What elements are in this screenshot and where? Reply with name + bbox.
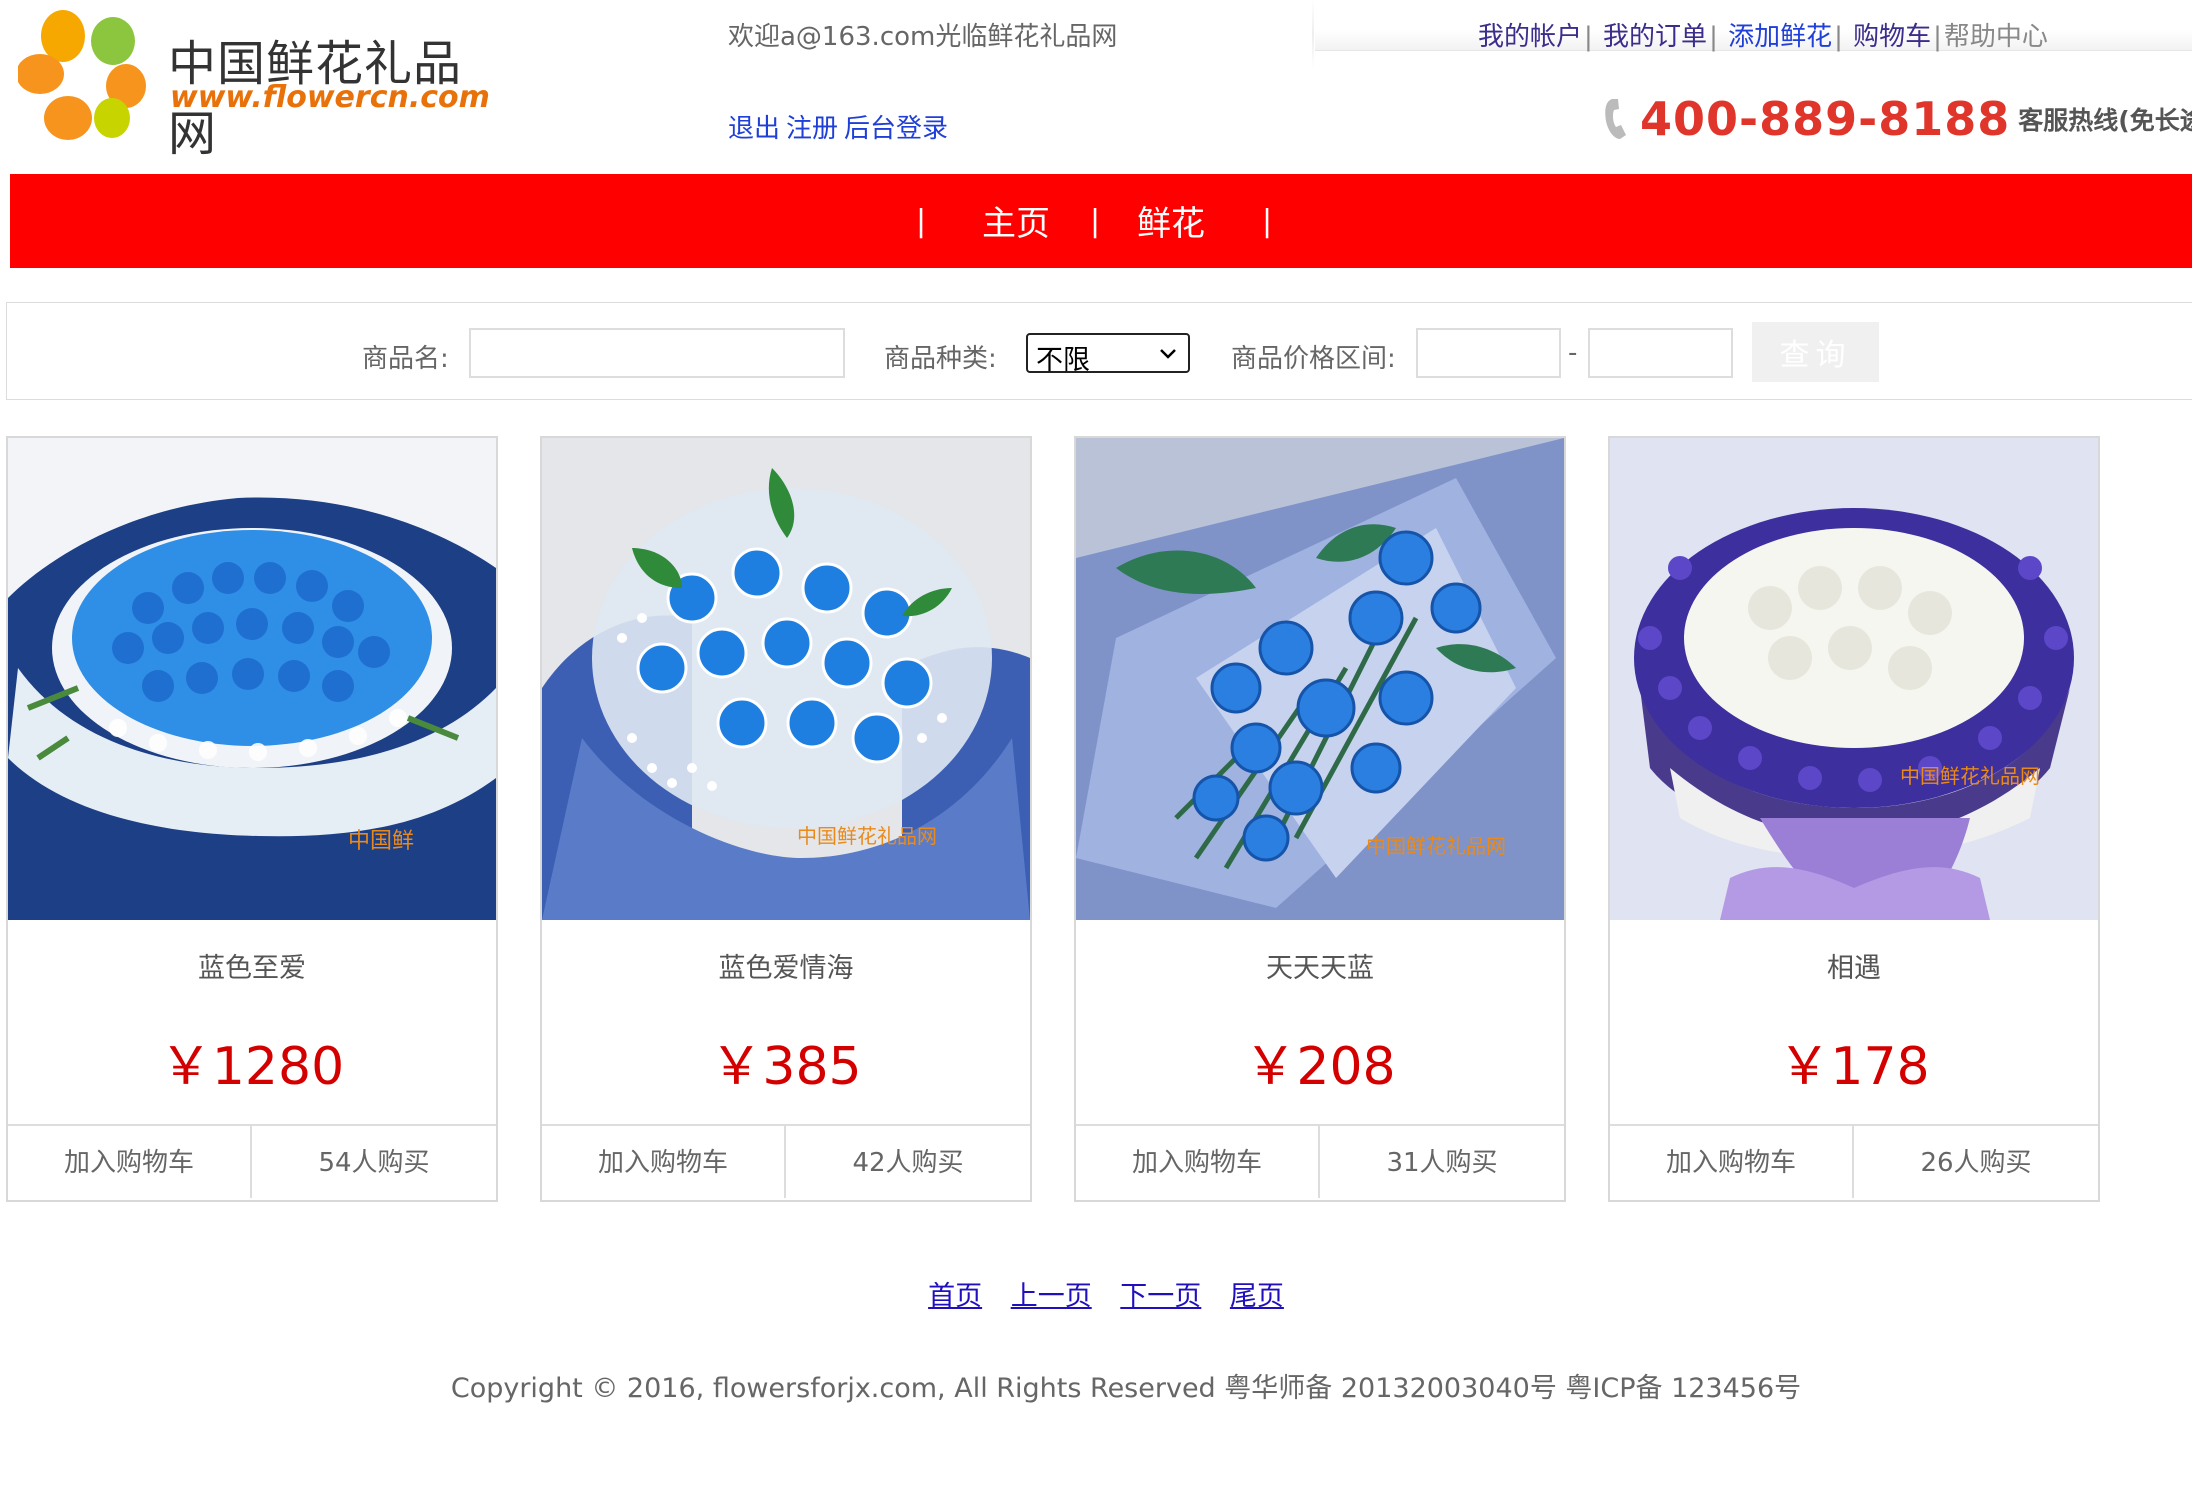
svg-text:中国鲜花礼品网: 中国鲜花礼品网 <box>797 824 937 848</box>
product-card-footer: 加入购物车 31人购买 <box>1076 1124 1564 1202</box>
nav-home[interactable]: 主页 <box>982 196 1050 245</box>
welcome-message: 欢迎a@163.com光临鲜花礼品网 <box>728 22 1118 52</box>
hotline-description: 客服热线(免长途费) <box>2018 106 2192 135</box>
main-navbar: | 主页 | 鲜花 | <box>10 174 2192 268</box>
next-page-link[interactable]: 下一页 <box>1120 1281 1201 1312</box>
flower-logo-icon <box>18 10 146 140</box>
top-nav: 我的帐户| 我的订单| 添加鲜花| 购物车|帮助中心 <box>1478 16 2048 53</box>
auth-links: 退出 注册 后台登录 <box>728 108 954 145</box>
category-label: 商品种类: <box>884 344 997 374</box>
navbar-separator: | <box>1262 204 1273 239</box>
cart-link[interactable]: 购物车 <box>1853 22 1931 52</box>
add-flower-link[interactable]: 添加鲜花 <box>1728 22 1832 52</box>
product-name[interactable]: 相遇 <box>1610 946 2098 985</box>
product-price: ￥208 <box>1244 1037 1396 1097</box>
svg-text:中国鲜花礼品网: 中国鲜花礼品网 <box>1366 834 1506 858</box>
help-center-link[interactable]: 帮助中心 <box>1944 22 2048 52</box>
site-logo[interactable]: 中国鲜花礼品网 www.flowercn.com <box>18 6 490 162</box>
svg-text:中国鲜花礼品网: 中国鲜花礼品网 <box>1900 764 2040 788</box>
product-card-footer: 加入购物车 54人购买 <box>8 1124 496 1202</box>
product-card-footer: 加入购物车 42人购买 <box>542 1124 1030 1202</box>
navbar-separator: | <box>916 204 927 239</box>
add-to-cart-button[interactable]: 加入购物车 <box>542 1126 786 1198</box>
pagination: 首页 上一页 下一页 尾页 <box>0 1274 2192 1313</box>
phone-icon <box>1605 99 1626 139</box>
price-range-label: 商品价格区间: <box>1231 344 1396 374</box>
price-min-input[interactable] <box>1416 328 1561 378</box>
chevron-down-icon <box>1160 349 1176 359</box>
add-to-cart-button[interactable]: 加入购物车 <box>1076 1126 1320 1198</box>
register-link[interactable]: 注册 <box>786 114 838 144</box>
price-max-input[interactable] <box>1588 328 1733 378</box>
copyright: Copyright © 2016, flowersforjx.com, All … <box>450 1373 1802 1404</box>
product-price: ￥178 <box>1778 1037 1930 1097</box>
category-select-value: 不限 <box>1036 345 1090 376</box>
product-card: 中国鲜 蓝色至爱 ￥1280 加入购物车 54人购买 <box>6 436 498 1202</box>
product-price: ￥385 <box>710 1037 862 1097</box>
nav-separator: | <box>1709 22 1718 52</box>
prev-page-link[interactable]: 上一页 <box>1011 1281 1092 1312</box>
product-card: 中国鲜花礼品网 相遇 ￥178 加入购物车 26人购买 <box>1608 436 2100 1202</box>
product-image[interactable]: 中国鲜花礼品网 <box>542 438 1030 920</box>
hotline-number: 400-889-8188 <box>1640 92 2011 146</box>
product-card: 中国鲜花礼品网 蓝色爱情海 ￥385 加入购物车 42人购买 <box>540 436 1032 1202</box>
my-account-link[interactable]: 我的帐户 <box>1478 22 1582 52</box>
hotline: 400-889-8188客服热线(免长途费) <box>1604 92 2192 146</box>
product-card: 中国鲜花礼品网 天天天蓝 ￥208 加入购物车 31人购买 <box>1074 436 1566 1202</box>
category-select[interactable]: 不限 <box>1026 333 1190 376</box>
nav-flowers[interactable]: 鲜花 <box>1137 196 1205 245</box>
header-divider <box>1312 0 1314 70</box>
buyer-count: 42人购买 <box>852 1148 964 1178</box>
product-image[interactable]: 中国鲜花礼品网 <box>1610 438 2098 920</box>
price-range-separator: - <box>1568 338 1578 368</box>
product-image[interactable]: 中国鲜花礼品网 <box>1076 438 1564 920</box>
nav-separator: | <box>1933 22 1942 52</box>
product-name-input[interactable] <box>469 328 845 378</box>
product-name-label: 商品名: <box>362 344 449 374</box>
product-image[interactable]: 中国鲜 <box>8 438 496 920</box>
buyer-count: 31人购买 <box>1386 1148 1498 1178</box>
product-name[interactable]: 天天天蓝 <box>1076 946 1564 985</box>
product-price: ￥1280 <box>159 1037 345 1097</box>
add-to-cart-button[interactable]: 加入购物车 <box>8 1126 252 1198</box>
query-button[interactable]: 查询 <box>1752 322 1879 382</box>
product-card-footer: 加入购物车 26人购买 <box>1610 1124 2098 1202</box>
buyer-count: 26人购买 <box>1920 1148 2032 1178</box>
svg-text:中国鲜: 中国鲜 <box>348 829 414 854</box>
first-page-link[interactable]: 首页 <box>928 1281 982 1312</box>
my-orders-link[interactable]: 我的订单 <box>1603 22 1707 52</box>
logo-url: www.flowercn.com <box>170 80 490 115</box>
admin-login-link[interactable]: 后台登录 <box>844 114 948 144</box>
nav-separator: | <box>1834 22 1843 52</box>
navbar-separator: | <box>1090 204 1101 239</box>
add-to-cart-button[interactable]: 加入购物车 <box>1610 1126 1854 1198</box>
product-name[interactable]: 蓝色爱情海 <box>542 946 1030 985</box>
logout-link[interactable]: 退出 <box>728 114 780 144</box>
last-page-link[interactable]: 尾页 <box>1230 1281 1284 1312</box>
buyer-count: 54人购买 <box>318 1148 430 1178</box>
product-name[interactable]: 蓝色至爱 <box>8 946 496 985</box>
nav-separator: | <box>1584 22 1593 52</box>
